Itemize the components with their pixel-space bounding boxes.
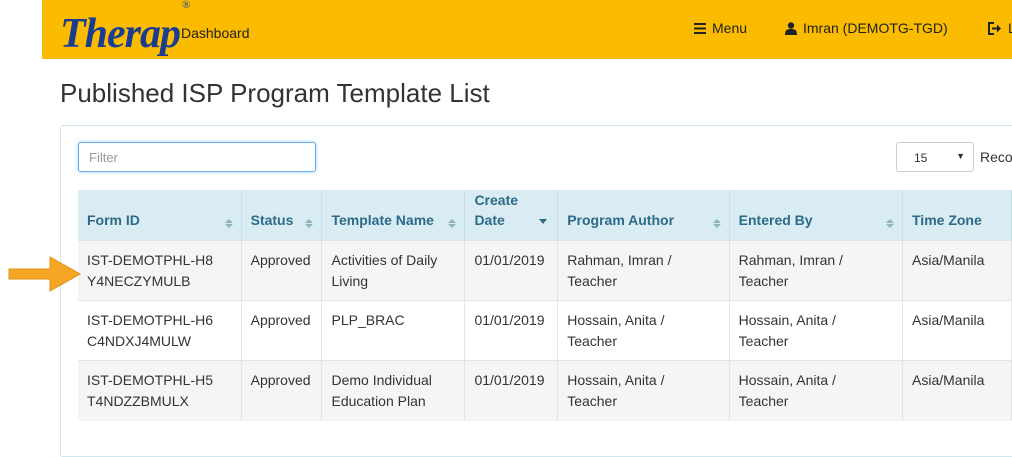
cell-status: Approved (241, 360, 323, 421)
form-id-text: IST-DEMOTPHL-H8Y4NECZYMULB (87, 252, 214, 289)
cell-form-id[interactable]: IST-DEMOTPHL-H8Y4NECZYMULB (78, 240, 242, 301)
dashboard-link[interactable]: Dashboard (181, 25, 250, 41)
table-row[interactable]: IST-DEMOTPHL-H8Y4NECZYMULB Approved Acti… (78, 240, 1012, 301)
program-author-text: Hossain, Anita / Teacher (567, 372, 665, 409)
entered-by-text: Hossain, Anita / Teacher (738, 372, 836, 409)
table-row[interactable]: IST-DEMOTPHL-H6C4NDXJ4MULW Approved PLP_… (78, 300, 1012, 361)
entered-by-text: Hossain, Anita / Teacher (738, 312, 836, 349)
user-profile-button[interactable]: Imran (DEMOTG-TGD) (785, 20, 948, 36)
logo-registered-mark: ® (182, 0, 190, 11)
sort-icon (305, 219, 314, 228)
column-header-label: Status (250, 212, 294, 228)
column-header-create-date[interactable]: Create Date (464, 190, 559, 241)
sort-icon (886, 219, 894, 228)
form-id-text: IST-DEMOTPHL-H6C4NDXJ4MULW (87, 312, 214, 349)
sort-icon (224, 219, 233, 228)
arrow-right-icon (8, 256, 82, 292)
column-header-label: Time Zone (912, 212, 982, 228)
page-size-value: 15 (914, 151, 928, 165)
column-header-time-zone[interactable]: Time Zone (902, 190, 1012, 241)
cell-entered-by: Rahman, Imran / Teacher (729, 240, 904, 301)
program-author-text: Hossain, Anita / Teacher (567, 312, 665, 349)
column-header-entered-by[interactable]: Entered By (729, 190, 904, 241)
sort-icon (448, 219, 457, 228)
menu-label: Menu (712, 20, 748, 36)
filter-input[interactable] (78, 142, 316, 172)
cell-time-zone: Asia/Manila (902, 240, 1012, 301)
table-row[interactable]: IST-DEMOTPHL-H5T4NDZZBMULX Approved Demo… (78, 360, 1012, 421)
cell-entered-by: Hossain, Anita / Teacher (729, 360, 904, 421)
column-header-program-author[interactable]: Program Author (557, 190, 730, 241)
cell-create-date: 01/01/2019 (464, 300, 559, 361)
table-header-row: Form ID Status Template Name Create Date… (78, 190, 1012, 241)
cell-program-author: Rahman, Imran / Teacher (557, 240, 730, 301)
cell-form-id[interactable]: IST-DEMOTPHL-H5T4NDZZBMULX (78, 360, 242, 421)
logout-button[interactable]: L (988, 20, 1012, 36)
column-header-template-name[interactable]: Template Name (321, 190, 466, 241)
user-icon (785, 21, 797, 35)
cell-status: Approved (241, 300, 323, 361)
caret-down-icon: ▼ (956, 151, 965, 161)
entered-by-text: Rahman, Imran / Teacher (738, 252, 843, 289)
logout-label: L (1008, 20, 1012, 36)
program-author-text: Rahman, Imran / Teacher (567, 252, 672, 289)
template-table: Form ID Status Template Name Create Date… (78, 190, 1012, 421)
cell-template-name: PLP_BRAC (321, 300, 466, 361)
sort-descending-icon (539, 219, 548, 224)
column-header-label: Template Name (331, 212, 434, 228)
logo-text: Therap (60, 11, 181, 57)
column-header-form-id[interactable]: Form ID (78, 190, 242, 241)
top-navbar: Therap® Dashboard Menu Imran (DEMOTG-TGD… (42, 0, 1012, 59)
cell-entered-by: Hossain, Anita / Teacher (729, 300, 904, 361)
page-title: Published ISP Program Template List (60, 78, 490, 108)
cell-template-name: Activities of Daily Living (321, 240, 466, 301)
column-header-label: Entered By (738, 212, 813, 228)
cell-program-author: Hossain, Anita / Teacher (557, 360, 730, 421)
column-header-status[interactable]: Status (241, 190, 323, 241)
user-label: Imran (DEMOTG-TGD) (803, 20, 948, 36)
cell-template-name: Demo Individual Education Plan (321, 360, 466, 421)
logout-icon (988, 21, 1001, 35)
cell-time-zone: Asia/Manila (902, 360, 1012, 421)
cell-create-date: 01/01/2019 (464, 240, 559, 301)
cell-program-author: Hossain, Anita / Teacher (557, 300, 730, 361)
cell-time-zone: Asia/Manila (902, 300, 1012, 361)
menu-button[interactable]: Menu (694, 20, 747, 36)
cell-form-id[interactable]: IST-DEMOTPHL-H6C4NDXJ4MULW (78, 300, 242, 361)
therap-logo[interactable]: Therap® (60, 0, 190, 59)
page-size-select[interactable]: 15 ▼ (896, 142, 974, 172)
records-label: Reco (980, 149, 1012, 165)
column-header-label: Program Author (567, 212, 675, 228)
sort-icon (712, 219, 721, 228)
cell-create-date: 01/01/2019 (464, 360, 559, 421)
cell-status: Approved (241, 240, 323, 301)
column-header-label: Create Date (474, 192, 519, 228)
hamburger-icon (694, 22, 706, 34)
form-id-text: IST-DEMOTPHL-H5T4NDZZBMULX (87, 372, 214, 409)
column-header-label: Form ID (87, 212, 140, 228)
